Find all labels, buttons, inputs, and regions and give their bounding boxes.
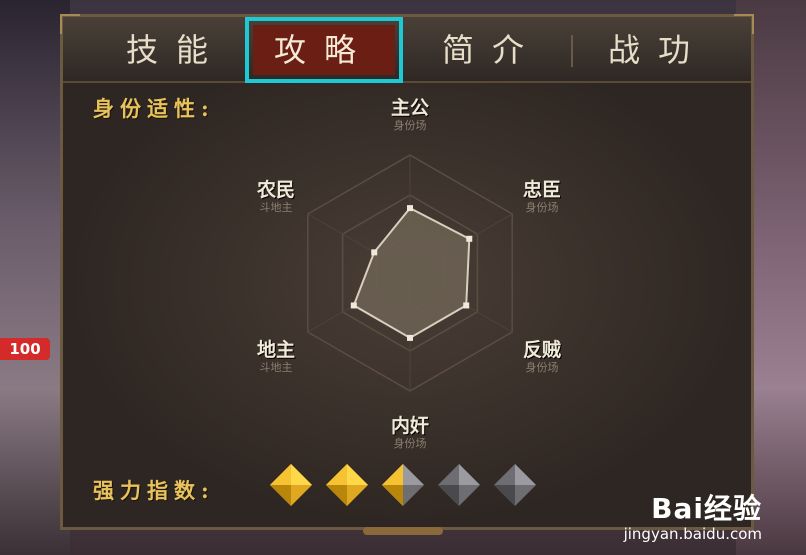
tab-bar: 技能 攻略 简介 战功: [63, 17, 751, 83]
radar-node-sub: 身份场: [525, 201, 559, 214]
corner-ornament: [60, 14, 80, 34]
radar-node-sub: 身份场: [393, 119, 427, 132]
strategy-content: 身份适性: 主公 身份场 忠臣 身份场 反贼 身份场 内奸 身份场 地主 斗地主…: [63, 83, 751, 527]
radar-point: [466, 235, 473, 242]
radar-node-name: 农民: [256, 179, 295, 201]
radar-chart: [307, 154, 513, 392]
radar-node-name: 内奸: [390, 415, 429, 437]
power-gem-icon: [270, 464, 312, 506]
panel-bottom-ornament: [363, 527, 443, 535]
radar-node-loyalist: 忠臣 身份场: [506, 169, 578, 215]
tab-separator: [571, 35, 573, 67]
hero-info-panel: 技能 攻略 简介 战功 身份适性: 主公 身份场 忠臣 身份场 反贼 身份场 内…: [60, 14, 754, 535]
power-gem-icon: [326, 464, 368, 506]
tab-intro[interactable]: 简介: [417, 25, 567, 75]
radar-node-name: 反贼: [522, 339, 561, 361]
radar-point: [463, 302, 470, 309]
radar-point: [407, 334, 413, 341]
radar-node-sub: 身份场: [393, 437, 427, 450]
power-gem-icon: [382, 464, 424, 506]
tab-skills[interactable]: 技能: [101, 25, 251, 75]
level-badge: 100: [0, 338, 50, 360]
radar-node-name: 忠臣: [522, 179, 561, 201]
radar-node-lord: 主公 身份场: [374, 87, 446, 133]
power-gem-icon: [494, 464, 536, 506]
radar-point: [371, 249, 378, 256]
watermark-brand: Bai经验: [651, 492, 762, 525]
watermark: Bai经验 jingyan.baidu.com: [624, 487, 762, 543]
power-rating: [268, 462, 538, 510]
power-index-label: 强力指数:: [93, 478, 215, 503]
radar-node-peasant: 农民 斗地主: [240, 169, 312, 215]
tab-merits[interactable]: 战功: [583, 25, 733, 75]
tab-strategy[interactable]: 攻略: [245, 17, 403, 83]
watermark-url: jingyan.baidu.com: [623, 525, 762, 543]
radar-point: [350, 302, 357, 309]
power-gem-icon: [438, 464, 480, 506]
radar-node-sub: 斗地主: [259, 201, 293, 214]
radar-node-name: 主公: [390, 97, 429, 119]
radar-node-sub: 斗地主: [259, 361, 293, 374]
radar-node-landlord: 地主 斗地主: [240, 329, 312, 375]
radar-node-spy: 内奸 身份场: [374, 405, 446, 451]
radar-node-name: 地主: [256, 339, 295, 361]
radar-node-rebel: 反贼 身份场: [506, 329, 578, 375]
watermark-logo: Bai经验: [624, 487, 762, 527]
corner-ornament: [734, 14, 754, 34]
radar-shape: [352, 206, 471, 340]
radar-point: [407, 205, 413, 212]
radar-node-sub: 身份场: [525, 361, 559, 374]
